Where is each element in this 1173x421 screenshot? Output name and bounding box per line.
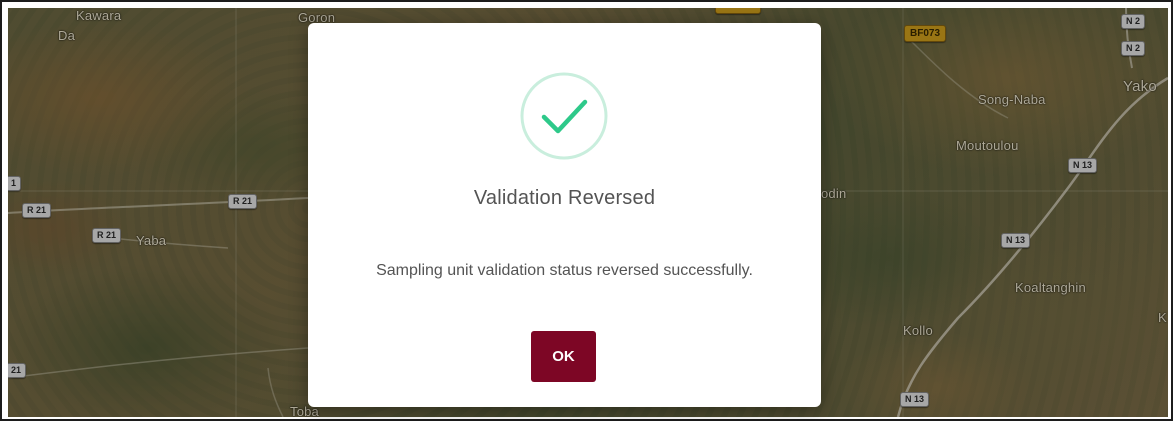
validation-dialog: Validation Reversed Sampling unit valida… [308,23,821,407]
success-check-icon [520,72,608,160]
dialog-title: Validation Reversed [473,187,656,209]
dialog-message: Sampling unit validation status reversed… [376,262,753,279]
ok-button[interactable]: OK [531,331,596,382]
